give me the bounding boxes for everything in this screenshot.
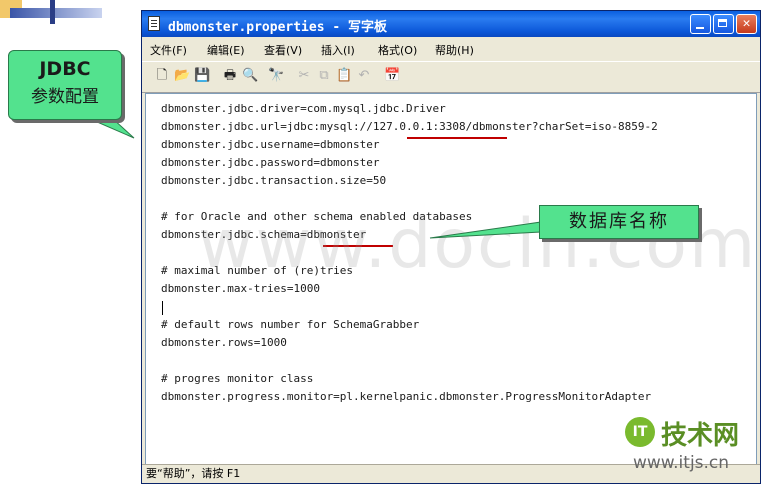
callout-title: JDBC (39, 58, 91, 80)
window-title: dbmonster.properties - 写字板 (168, 20, 388, 35)
logo-name: 技术网 (661, 421, 740, 451)
text-caret (162, 301, 163, 315)
close-button[interactable]: ✕ (736, 14, 757, 34)
title-bar[interactable]: dbmonster.properties - 写字板 ✕ (142, 11, 760, 37)
slide-decoration-bar (10, 8, 102, 18)
site-logo: IT 技术网 www.itjs.cn (625, 415, 761, 475)
callout-label: 数据库名称 (569, 211, 669, 232)
menu-file[interactable]: 文件(F) (150, 42, 187, 58)
maximize-button[interactable] (713, 14, 734, 34)
code-line: dbmonster.jdbc.url=jdbc:mysql://127.0.0.… (161, 120, 658, 133)
logo-url: www.itjs.cn (633, 453, 730, 473)
menu-edit[interactable]: 编辑(E) (207, 42, 245, 58)
slide-decoration-post (50, 0, 55, 24)
code-line: dbmonster.jdbc.driver=com.mysql.jdbc.Dri… (161, 102, 446, 115)
code-line: dbmonster.progress.monitor=pl.kernelpani… (161, 390, 652, 403)
find-icon[interactable]: 🔭 (268, 68, 284, 84)
new-icon[interactable]: 🗋 (154, 68, 170, 84)
menu-view[interactable]: 查看(V) (264, 42, 302, 58)
jdbc-config-callout: JDBC 参数配置 (8, 50, 122, 120)
dbname-callout: 数据库名称 (539, 205, 699, 239)
jdbc-callout-pointer (87, 117, 135, 139)
url-underline (407, 137, 507, 139)
open-icon[interactable]: 📂 (174, 68, 190, 84)
copy-icon[interactable]: ⧉ (316, 68, 332, 84)
print-preview-icon[interactable]: 🔍 (242, 68, 258, 84)
toolbar: 🗋 📂 💾 🖶 🔍 🔭 ✂ ⧉ 📋 ↶ 📅 (142, 61, 760, 93)
code-line: # default rows number for SchemaGrabber (161, 318, 420, 331)
save-icon[interactable]: 💾 (194, 68, 210, 84)
logo-badge: IT (625, 417, 655, 447)
cut-icon[interactable]: ✂ (296, 68, 312, 84)
undo-icon[interactable]: ↶ (356, 68, 372, 84)
print-icon[interactable]: 🖶 (222, 68, 238, 84)
paste-icon[interactable]: 📋 (336, 68, 352, 84)
code-line: dbmonster.rows=1000 (161, 336, 287, 349)
datetime-icon[interactable]: 📅 (384, 68, 400, 84)
menu-help[interactable]: 帮助(H) (435, 42, 474, 58)
menu-insert[interactable]: 插入(I) (321, 42, 355, 58)
minimize-button[interactable] (690, 14, 711, 34)
menu-format[interactable]: 格式(O) (378, 42, 417, 58)
menu-bar: 文件(F) 编辑(E) 查看(V) 插入(I) 格式(O) 帮助(H) (142, 37, 760, 59)
code-line: # progres monitor class (161, 372, 314, 385)
code-line: dbmonster.jdbc.username=dbmonster (161, 138, 380, 151)
document-icon[interactable] (148, 16, 160, 31)
callout-subtitle: 参数配置 (31, 87, 99, 107)
code-line: dbmonster.jdbc.transaction.size=50 (161, 174, 387, 187)
code-line: dbmonster.jdbc.password=dbmonster (161, 156, 380, 169)
